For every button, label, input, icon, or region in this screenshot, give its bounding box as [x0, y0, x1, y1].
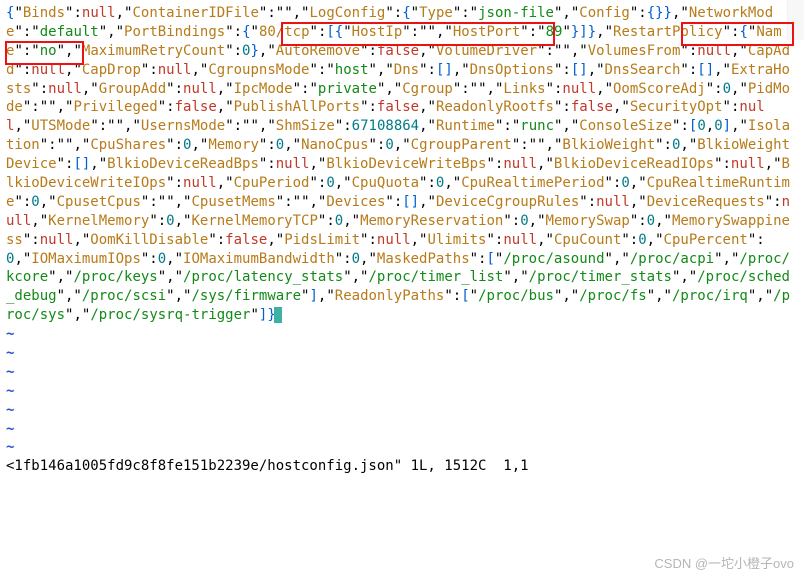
watermark: CSDN @一坨小橙子ovo — [654, 555, 794, 573]
vim-tilde: ~ — [6, 421, 14, 437]
key-binds: Binds — [23, 5, 65, 21]
vim-tilde: ~ — [6, 402, 14, 418]
vim-tilde: ~ — [6, 364, 14, 380]
vim-tilde: ~ — [6, 383, 14, 399]
cursor-block — [274, 307, 282, 323]
vim-tilde: ~ — [6, 439, 14, 455]
value-89: 89 — [546, 24, 563, 40]
scrollbar[interactable] — [787, 0, 804, 40]
vim-tilde: ~ — [6, 326, 14, 342]
vim-status-line: <1fb146a1005fd9c8f8fe151b2239e/hostconfi… — [6, 458, 529, 474]
key-80tcp: 80/tcp — [259, 24, 310, 40]
key-hostport: HostPort — [453, 24, 520, 40]
vim-editor[interactable]: {"Binds":null,"ContainerIDFile":"","LogC… — [0, 0, 804, 476]
key-portbindings: PortBindings — [124, 24, 225, 40]
vim-tilde: ~ — [6, 345, 14, 361]
